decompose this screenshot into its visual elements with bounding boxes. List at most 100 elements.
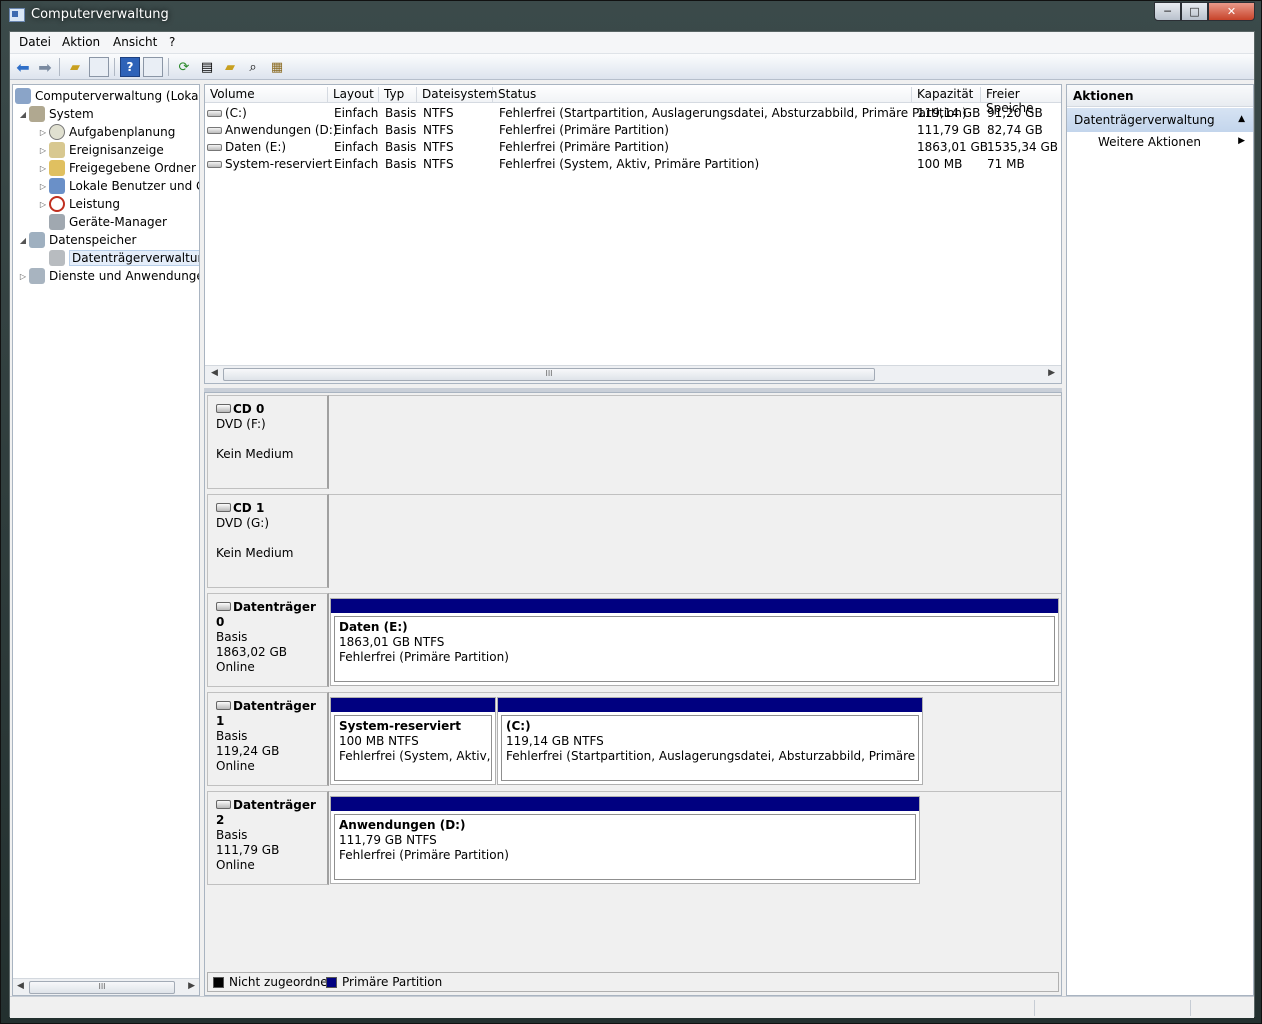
search-icon[interactable]: ⌕ [243,57,263,77]
disk-label[interactable]: Datenträger 2 Basis 111,79 GB Online [207,791,329,885]
menu-ansicht[interactable]: Ansicht [113,35,157,49]
tree-node-ereignisanzeige[interactable]: ▷ Ereignisanzeige [37,141,164,159]
help-icon[interactable]: ? [120,57,140,77]
table-row[interactable]: System-reserviert Einfach Basis NTFS Feh… [205,156,1061,173]
expand-icon[interactable]: ▷ [37,164,49,173]
table-row[interactable]: (C:) Einfach Basis NTFS Fehlerfrei (Star… [205,105,1061,122]
show-hide-action-pane-icon[interactable] [143,57,163,77]
status-bar [10,996,1254,1018]
tree-node-lokale-benutzer[interactable]: ▷ Lokale Benutzer und Gru [37,177,199,195]
window-title: Computerverwaltung [31,7,169,22]
device-manager-icon [49,214,65,230]
hard-disk-icon [216,800,231,809]
column-typ[interactable]: Typ [379,87,417,103]
unallocated-swatch [213,977,224,988]
tree-node-aufgabenplanung[interactable]: ▷ Aufgabenplanung [37,123,175,141]
tree-node-computerverwaltung[interactable]: Computerverwaltung (Lokal) [15,87,199,105]
weitere-aktionen-link[interactable]: Weitere Aktionen [1098,135,1201,149]
scroll-right-icon[interactable]: ▶ [1048,368,1055,378]
users-icon [49,178,65,194]
disk-row-disk0[interactable]: Datenträger 0 Basis 1863,02 GB Online Da… [205,591,1061,688]
scroll-thumb[interactable]: III [223,368,875,381]
column-freier-speicher[interactable]: Freier Speiche [981,87,1061,115]
refresh-icon[interactable]: ⟳ [174,57,194,77]
collapse-section-icon[interactable]: ▲ [1238,114,1245,124]
properties-icon[interactable]: ▤ [197,57,217,77]
scroll-left-icon[interactable]: ◀ [17,981,24,991]
hard-disk-icon [216,602,231,611]
column-volume[interactable]: Volume [205,87,328,103]
volume-icon [207,144,222,151]
disk-row-cd0[interactable]: CD 0 DVD (F:) Kein Medium [205,393,1061,490]
collapse-icon[interactable]: ◢ [17,236,29,245]
menu-hilfe[interactable]: ? [169,35,175,49]
primary-partition-bar [331,797,919,811]
table-row[interactable]: Daten (E:) Einfach Basis NTFS Fehlerfrei… [205,139,1061,156]
disk-row-disk1[interactable]: Datenträger 1 Basis 119,24 GB Online Sys… [205,690,1061,787]
disk-label[interactable]: Datenträger 1 Basis 119,24 GB Online [207,692,329,786]
partition-c[interactable]: (C:) 119,14 GB NTFS Fehlerfrei (Startpar… [497,697,923,785]
disk-row-cd1[interactable]: CD 1 DVD (G:) Kein Medium [205,492,1061,589]
actions-section-datentraegerverwaltung[interactable]: Datenträgerverwaltung ▲ [1067,108,1253,132]
expand-icon[interactable]: ▷ [17,272,29,281]
volume-icon [207,127,222,134]
main-window: Computerverwaltung ─ □ ✕ Datei Aktion An… [0,0,1262,1024]
column-layout[interactable]: Layout [328,87,379,103]
partition-daten-e[interactable]: Daten (E:) 1863,01 GB NTFS Fehlerfrei (P… [330,598,1059,686]
tree-node-datentraegerverwaltung[interactable]: Datenträgerverwaltung [37,249,199,267]
expand-icon[interactable]: ▷ [37,200,49,209]
disk-area: Anwendungen (D:) 111,79 GB NTFS Fehlerfr… [329,791,1061,885]
title-bar[interactable]: Computerverwaltung ─ □ ✕ [1,1,1261,31]
actions-header: Aktionen [1067,85,1253,107]
expand-icon[interactable]: ▷ [37,182,49,191]
volume-list-horizontal-scrollbar[interactable]: ◀ III ▶ [205,365,1061,383]
scroll-thumb[interactable]: III [29,981,175,994]
shared-folder-icon [49,160,65,176]
system-tools-icon [29,106,45,122]
primary-partition-bar [331,698,495,712]
disk-label[interactable]: CD 1 DVD (G:) Kein Medium [207,494,329,588]
forward-arrow-icon[interactable]: ➡ [35,57,55,77]
partition-system-reserviert[interactable]: System-reserviert 100 MB NTFS Fehlerfrei… [330,697,496,785]
column-dateisystem[interactable]: Dateisystem [417,87,497,103]
primary-partition-bar [498,698,922,712]
open-icon[interactable]: ▰ [220,57,240,77]
volume-icon [207,110,222,117]
tree-node-system[interactable]: ◢ System [17,105,94,123]
tree-node-geraete-manager[interactable]: Geräte-Manager [37,213,167,231]
tree-node-leistung[interactable]: ▷ Leistung [37,195,120,213]
partition-anwendungen-d[interactable]: Anwendungen (D:) 111,79 GB NTFS Fehlerfr… [330,796,920,884]
back-arrow-icon[interactable]: ⬅ [13,57,33,77]
tree-node-freigegebene-ordner[interactable]: ▷ Freigegebene Ordner [37,159,196,177]
menu-aktion[interactable]: Aktion [62,35,100,49]
disk-row-disk2[interactable]: Datenträger 2 Basis 111,79 GB Online Anw… [205,789,1061,886]
show-hide-tree-icon[interactable] [89,57,109,77]
settings-icon[interactable]: ▦ [267,57,287,77]
up-folder-icon[interactable]: ▰ [65,57,85,77]
actions-pane: Aktionen Datenträgerverwaltung ▲ Weitere… [1066,84,1254,996]
tree-horizontal-scrollbar[interactable]: ◀ III ▶ [13,978,199,995]
hard-disk-icon [216,701,231,710]
maximize-button[interactable]: □ [1181,2,1208,21]
client-area: Datei Aktion Ansicht ? ⬅ ➡ ▰ ? ⟳ ▤ ▰ ⌕ ▦… [9,31,1255,1018]
computer-management-icon [9,8,25,22]
expand-icon[interactable]: ▷ [37,128,49,137]
column-kapazitaet[interactable]: Kapazität [912,87,981,103]
close-button[interactable]: ✕ [1208,2,1255,21]
disk-area: Daten (E:) 1863,01 GB NTFS Fehlerfrei (P… [329,593,1061,687]
collapse-icon[interactable]: ◢ [17,110,29,119]
column-status[interactable]: Status [493,87,912,103]
expand-icon[interactable]: ▷ [37,146,49,155]
scroll-right-icon[interactable]: ▶ [188,981,195,991]
disk-area [329,494,1061,588]
submenu-arrow-icon: ▶ [1238,136,1245,146]
table-row[interactable]: Anwendungen (D:) Einfach Basis NTFS Fehl… [205,122,1061,139]
scroll-left-icon[interactable]: ◀ [211,368,218,378]
minimize-button[interactable]: ─ [1154,2,1181,21]
menu-datei[interactable]: Datei [19,35,51,49]
disk-label[interactable]: Datenträger 0 Basis 1863,02 GB Online [207,593,329,687]
tree-node-datenspeicher[interactable]: ◢ Datenspeicher [17,231,136,249]
disk-label[interactable]: CD 0 DVD (F:) Kein Medium [207,395,329,489]
event-viewer-icon [49,142,65,158]
tree-node-dienste[interactable]: ▷ Dienste und Anwendungen [17,267,199,285]
